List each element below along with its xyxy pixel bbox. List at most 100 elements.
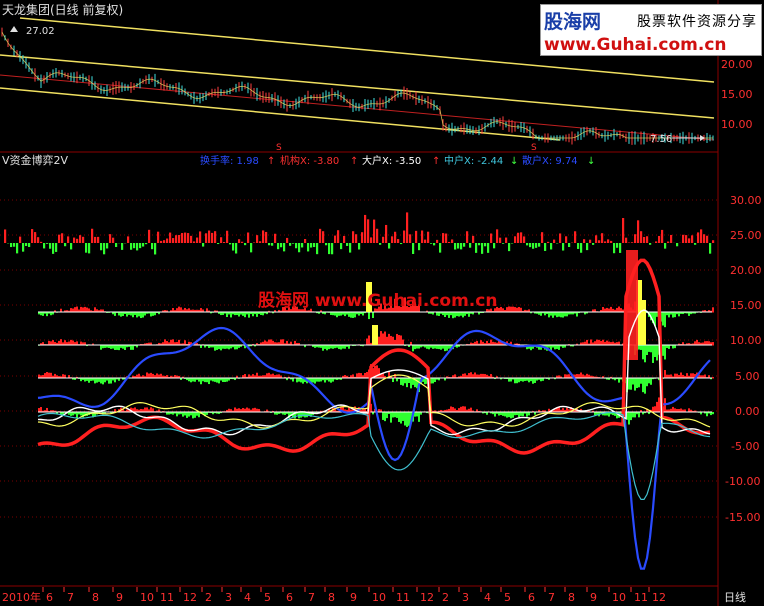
price-panel-title: 天龙集团(日线 前复权) xyxy=(2,2,123,17)
turnover-bar xyxy=(334,235,337,243)
turnover-bar xyxy=(166,238,169,243)
turnover-bar xyxy=(469,243,472,248)
ind-ytick-m15: -15.00 xyxy=(725,511,760,524)
band-bar xyxy=(224,345,226,349)
band-bar xyxy=(318,378,320,382)
turnover-bar xyxy=(88,243,91,254)
x-tick-label: 7 xyxy=(67,591,74,604)
band-bar xyxy=(330,345,332,349)
turnover-bar xyxy=(553,239,556,243)
indicator-name: V资金博弈2V xyxy=(2,153,69,167)
turnover-bar xyxy=(574,231,577,243)
turnover-bar xyxy=(181,233,184,243)
band-bar xyxy=(144,312,146,316)
band-bar xyxy=(712,342,714,346)
band-bar xyxy=(400,378,402,385)
stock-chart[interactable]: 天龙集团(日线 前复权) 27.02 7.56 20.00 15.00 10.0… xyxy=(0,0,764,606)
turnover-bar xyxy=(355,234,358,243)
turnover-bar xyxy=(508,243,511,252)
band-bar xyxy=(560,312,562,318)
band-bar xyxy=(642,378,644,393)
turnover-bar xyxy=(175,235,178,243)
band-bar xyxy=(502,412,504,416)
band-bar xyxy=(630,412,632,421)
turnover-bar xyxy=(13,243,16,247)
turnover-bar xyxy=(547,241,550,243)
band-bar xyxy=(436,345,438,349)
band-bar xyxy=(188,412,190,417)
turnover-bar xyxy=(22,243,25,252)
turnover-bar xyxy=(316,243,319,255)
turnover-bar xyxy=(259,241,262,243)
turnover-bar xyxy=(478,243,481,246)
turnover-bar xyxy=(361,232,364,243)
band-bar xyxy=(94,378,96,384)
turnover-bar xyxy=(550,243,553,250)
ind-ytick-5: 5.00 xyxy=(735,370,760,383)
band-bar xyxy=(368,312,370,320)
band-bar xyxy=(434,345,436,349)
turnover-bar xyxy=(688,238,691,243)
turnover-bar xyxy=(589,239,592,243)
band-bar xyxy=(520,412,522,416)
band-bar xyxy=(334,312,336,316)
band-bar xyxy=(672,312,674,318)
band-bar xyxy=(418,412,420,422)
turnover-bar xyxy=(46,243,49,244)
band-bar xyxy=(324,378,326,383)
band-bar xyxy=(114,378,116,383)
band-bar xyxy=(340,345,342,350)
turnover-bar xyxy=(103,243,106,255)
turnover-bar xyxy=(580,243,583,253)
turnover-bar xyxy=(412,243,415,254)
turnover-bar xyxy=(154,243,157,255)
band-bar xyxy=(668,312,670,318)
turnover-bar xyxy=(517,232,520,243)
turnover-bar xyxy=(232,243,235,251)
period-label[interactable]: 日线 xyxy=(724,590,746,604)
turnover-bar xyxy=(178,235,181,243)
band-bar xyxy=(118,345,120,351)
band-bar xyxy=(404,378,406,384)
turnover-bar xyxy=(250,243,253,253)
turnover-bar xyxy=(337,230,340,243)
x-tick-label: 11 xyxy=(396,591,410,604)
band-bar xyxy=(194,412,196,418)
turnover-bar xyxy=(619,243,622,253)
turnover-bar xyxy=(184,232,187,243)
band-bar xyxy=(348,345,350,349)
band-bar xyxy=(628,412,630,425)
band-bar xyxy=(644,345,646,363)
turnover-bar xyxy=(520,232,523,243)
turnover-bar xyxy=(544,243,547,251)
band-bar xyxy=(532,378,534,384)
ind-ytick-20: 20.00 xyxy=(730,264,762,277)
band-bar xyxy=(436,312,438,316)
turnover-bar xyxy=(583,239,586,243)
band-bar xyxy=(368,335,370,346)
band-bar xyxy=(424,378,426,385)
band-bar xyxy=(634,412,636,418)
band-bar xyxy=(332,378,334,382)
watermark-text: 股海网 www.Guhai.com.cn xyxy=(258,290,497,311)
band-bar xyxy=(438,312,440,316)
turnover-bar xyxy=(598,240,601,243)
turnover-bar xyxy=(79,235,82,243)
turnover-bar xyxy=(34,232,37,243)
turnover-bar xyxy=(463,243,466,247)
band-bar xyxy=(230,312,232,318)
band-bar xyxy=(432,378,434,384)
band-bar xyxy=(646,378,648,387)
turnover-bar xyxy=(109,234,112,243)
band-bar xyxy=(252,312,254,317)
band-bar xyxy=(634,378,636,391)
turnover-bar xyxy=(601,233,604,243)
ind-ytick-10: 10.00 xyxy=(730,334,762,347)
band-bar xyxy=(566,312,568,317)
turnover-bar xyxy=(220,237,223,243)
band-bar xyxy=(468,312,470,317)
band-bar xyxy=(462,312,464,318)
turnover-bar xyxy=(55,243,58,252)
band-bar xyxy=(132,312,134,318)
band-bar xyxy=(414,345,416,350)
